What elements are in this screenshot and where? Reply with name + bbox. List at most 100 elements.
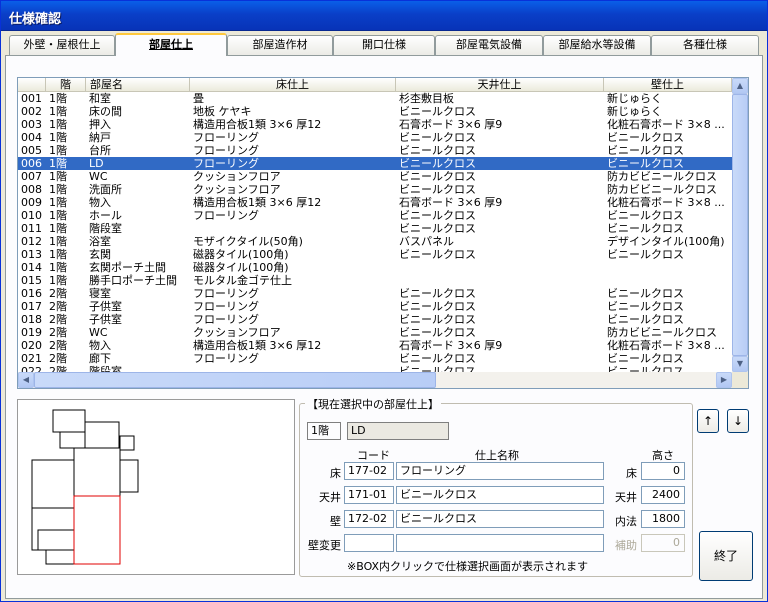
table-cell-floor-finish: クッションフロア (193, 170, 281, 183)
table-cell-room: 玄関ポーチ土間 (89, 261, 166, 274)
table-row[interactable]: 009 1階 物入 構造用合板1類 3×6 厚12 石膏ボード 3×6 厚9 化粧石膏ボー… (18, 196, 732, 209)
wall-code-field[interactable]: 172-02 (344, 510, 394, 528)
table-row[interactable]: 003 1階 押入 構造用合板1類 3×6 厚12 石膏ボード 3×6 厚9 化粧石膏ボー… (18, 118, 732, 131)
table-body: 001 1階 和室畳杉杢敷目板 新じゅらく 002 1階 床の間 地板 ケヤキ ビニールクロス新… (18, 92, 732, 372)
end-button[interactable]: 終了 (699, 531, 753, 581)
wall-change-code-field[interactable] (344, 534, 394, 552)
table-cell-floor: 1階 (49, 170, 67, 183)
wall-change-name-field[interactable] (396, 534, 604, 552)
table-cell-ceiling: ビニールクロス (399, 326, 476, 339)
table-row[interactable]: 019 2階 WC クッションフロア ビニールクロス 防カビビニールクロス (18, 326, 732, 339)
table-cell-floor: 2階 (49, 365, 67, 372)
tab-strip: 外壁・屋根仕上 部屋仕上 部屋造作材 開口仕様 部屋電気設備 部屋給水等設備 各… (5, 33, 763, 56)
move-down-button[interactable]: ↓ (727, 409, 749, 433)
table-cell-floor: 2階 (49, 300, 67, 313)
tab-label: 開口仕様 (362, 38, 406, 51)
tab-label: 部屋電気設備 (456, 38, 522, 51)
table-cell-room: 勝手口ポーチ土間 (89, 274, 177, 287)
table-header: 階 部屋名 床仕上 天井仕上 壁仕上 (18, 78, 732, 92)
floor-finish-name-field[interactable]: フローリング (396, 462, 604, 480)
table-cell-floor-finish: フローリング (193, 157, 259, 170)
floor-code-field[interactable]: 177-02 (344, 462, 394, 480)
plan-room (37, 529, 75, 551)
table-row[interactable]: 007 1階 WC クッションフロア ビニールクロス 防カビビニールクロス (18, 170, 732, 183)
column-header-room[interactable]: 部屋名 (86, 78, 190, 92)
tab-exterior[interactable]: 外壁・屋根仕上 (9, 35, 115, 55)
table-cell-ceiling: ビニールクロス (399, 248, 476, 261)
table-cell-no: 005 (21, 144, 42, 157)
ceiling-height-field[interactable]: 2400 (641, 486, 685, 504)
table-cell-floor-finish: フローリング (193, 300, 259, 313)
vertical-scrollbar[interactable]: ▲ ▼ (732, 78, 748, 372)
table-row[interactable]: 002 1階 床の間 地板 ケヤキ ビニールクロス 新じゅらく (18, 105, 732, 118)
table-row[interactable]: 020 2階 物入 構造用合板1類 3×6 厚12 石膏ボード 3×6 厚9 化粧石膏ボー… (18, 339, 732, 352)
table-row[interactable]: 011 1階 階段室 ビニールクロス ビニールクロス (18, 222, 732, 235)
table-row[interactable]: 008 1階 洗面所 クッションフロア ビニールクロス 防カビビニールクロス (18, 183, 732, 196)
ceiling-finish-name-field[interactable]: ビニールクロス (396, 486, 604, 504)
table-cell-no: 018 (21, 313, 42, 326)
horizontal-scrollbar[interactable]: ◀ ▶ (18, 372, 732, 388)
table-cell-room: 物入 (89, 196, 111, 209)
scroll-left-icon[interactable]: ◀ (18, 372, 34, 388)
table-cell-wall (604, 274, 732, 287)
table-cell-floor-finish: クッションフロア (193, 183, 281, 196)
tab-room-fixtures[interactable]: 部屋造作材 (227, 35, 333, 55)
scroll-up-icon[interactable]: ▲ (732, 78, 748, 94)
tab-electrical[interactable]: 部屋電気設備 (435, 35, 543, 55)
table-cell-room: WC (89, 170, 108, 183)
scroll-down-icon[interactable]: ▼ (732, 356, 748, 372)
column-header-wall-finish[interactable]: 壁仕上 (604, 78, 732, 92)
table-row[interactable]: 013 1階 玄関 磁器タイル(100角) ビニールクロス ビニールクロス (18, 248, 732, 261)
table-cell-wall: ビニールクロス (607, 222, 684, 235)
table-cell-no: 002 (21, 105, 42, 118)
table-row[interactable]: 016 2階 寝室 フローリング ビニールクロス ビニールクロス (18, 287, 732, 300)
table-cell-wall: ビニールクロス (607, 300, 684, 313)
table-cell-ceiling: ビニールクロス (399, 222, 476, 235)
title-bar[interactable]: 仕様確認 (1, 1, 767, 31)
table-row[interactable]: 017 2階 子供室 フローリング ビニールクロス ビニールクロス (18, 300, 732, 313)
room-finish-table[interactable]: 階 部屋名 床仕上 天井仕上 壁仕上 001 1階 和室畳杉杢敷目板 新じゅらく 002… (17, 77, 749, 389)
selected-floor: 1階 (307, 422, 341, 440)
table-row[interactable]: 004 1階 納戸 フローリング ビニールクロス ビニールクロス (18, 131, 732, 144)
floor-height-field[interactable]: 0 (641, 462, 685, 480)
plan-room (31, 459, 75, 509)
table-cell-floor-finish: 磁器タイル(100角) (193, 248, 289, 261)
table-row[interactable]: 014 1階 玄関ポーチ土間 磁器タイル(100角) (18, 261, 732, 274)
table-row[interactable]: 005 1階 台所 フローリング ビニールクロス ビニールクロス (18, 144, 732, 157)
table-row[interactable]: 021 2階 廊下 フローリング ビニールクロス ビニールクロス (18, 352, 732, 365)
tab-room-finish[interactable]: 部屋仕上 (115, 33, 227, 56)
table-cell-no: 020 (21, 339, 42, 352)
table-row[interactable]: 012 1階 浴室 モザイクタイル(50角) バスパネル デザインタイル(100角) (18, 235, 732, 248)
table-row[interactable]: 015 1階 勝手口ポーチ土間 モルタル金ゴテ仕上 (18, 274, 732, 287)
table-row[interactable]: 001 1階 和室 畳 杉杢敷目板 新じゅらく (18, 92, 732, 105)
table-cell-ceiling: ビニールクロス (399, 157, 476, 170)
tab-label: 外壁・屋根仕上 (23, 38, 101, 51)
tab-plumbing[interactable]: 部屋給水等設備 (543, 35, 651, 55)
move-up-button[interactable]: ↑ (697, 409, 719, 433)
table-cell-wall: ビニールクロス (607, 287, 684, 300)
wall-finish-name-field[interactable]: ビニールクロス (396, 510, 604, 528)
vertical-scroll-thumb[interactable] (732, 94, 748, 356)
table-cell-ceiling: バスパネル (399, 235, 454, 248)
table-cell-wall: 新じゅらく (607, 92, 662, 105)
table-cell-wall: 化粧石膏ボード 3×8 ... (607, 196, 725, 209)
table-cell-floor: 1階 (49, 261, 67, 274)
table-cell-wall: ビニールクロス (607, 144, 684, 157)
table-row[interactable]: 006 1階 LD フローリング ビニールクロス ビニールクロス (18, 157, 732, 170)
table-row[interactable]: 010 1階 ホール フローリング ビニールクロス ビニールクロス (18, 209, 732, 222)
column-header-floor[interactable]: 階 (46, 78, 86, 92)
table-row[interactable]: 022 2階 階段室 ビニールクロス ビニールクロス (18, 365, 732, 372)
floor-plan-view[interactable] (17, 399, 295, 575)
horizontal-scroll-thumb[interactable] (34, 372, 436, 388)
table-cell-room: 子供室 (89, 313, 122, 326)
column-header-floor-finish[interactable]: 床仕上 (190, 78, 396, 92)
inner-height-field[interactable]: 1800 (641, 510, 685, 528)
table-cell-wall: 防カビビニールクロス (607, 170, 717, 183)
tab-misc[interactable]: 各種仕様 (651, 35, 759, 55)
ceiling-code-field[interactable]: 171-01 (344, 486, 394, 504)
column-header-no[interactable] (18, 78, 46, 92)
table-row[interactable]: 018 2階 子供室 フローリング ビニールクロス ビニールクロス (18, 313, 732, 326)
tab-openings[interactable]: 開口仕様 (333, 35, 435, 55)
column-header-ceiling-finish[interactable]: 天井仕上 (396, 78, 604, 92)
scroll-right-icon[interactable]: ▶ (716, 372, 732, 388)
